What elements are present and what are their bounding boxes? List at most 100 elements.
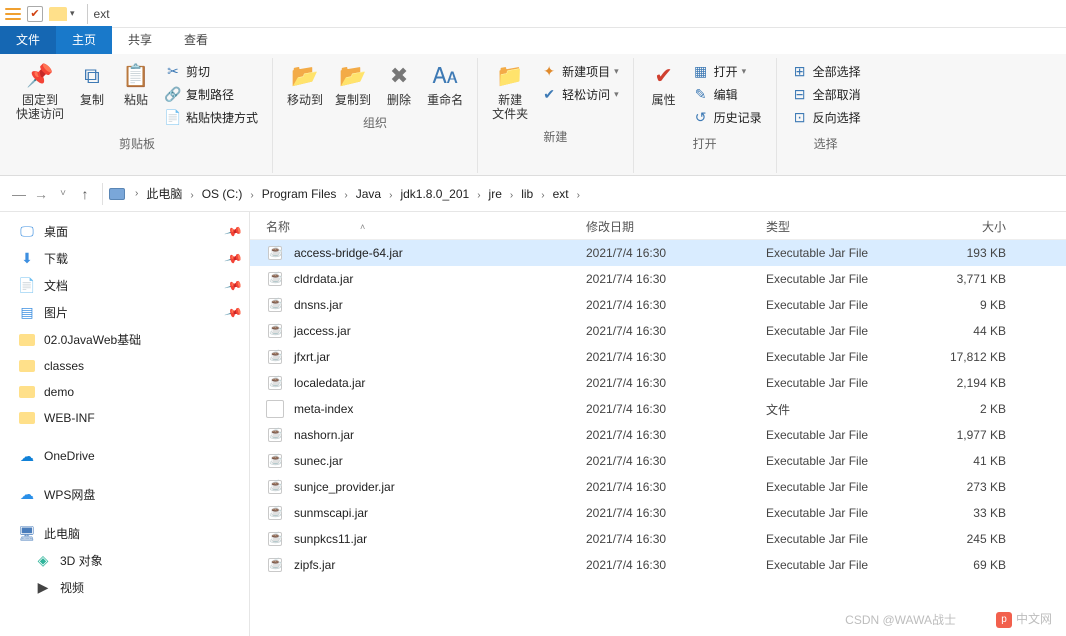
chevron-right-icon[interactable]: ›: [573, 190, 584, 201]
history-button[interactable]: ↺历史记录: [688, 106, 766, 129]
cut-button[interactable]: ✂剪切: [160, 60, 262, 83]
chevron-right-icon[interactable]: ›: [340, 190, 351, 201]
nav-back-button[interactable]: —: [8, 186, 30, 202]
file-row[interactable]: jfxrt.jar2021/7/4 16:30Executable Jar Fi…: [250, 344, 1066, 370]
file-name: access-bridge-64.jar: [294, 246, 403, 260]
pin-icon: 📌: [224, 276, 244, 296]
file-row[interactable]: access-bridge-64.jar2021/7/4 16:30Execut…: [250, 240, 1066, 266]
copy-to-button[interactable]: 📂 复制到: [329, 58, 377, 110]
column-date[interactable]: 修改日期: [586, 218, 766, 235]
sidebar-item[interactable]: 📄文档📌: [0, 272, 249, 299]
nav-up-button[interactable]: ↑: [74, 186, 96, 202]
sidebar-item[interactable]: ⬇下载📌: [0, 245, 249, 272]
breadcrumb-segment[interactable]: lib: [517, 187, 537, 201]
column-size[interactable]: 大小: [916, 218, 1006, 235]
rename-button[interactable]: 🗛 重命名: [421, 58, 469, 110]
php-logo-icon: p: [996, 612, 1012, 628]
new-item-button[interactable]: ✦新建项目▾: [536, 60, 623, 83]
select-all-button[interactable]: ⊞全部选择: [787, 60, 865, 83]
chevron-right-icon[interactable]: ›: [186, 190, 197, 201]
group-select: ⊞全部选择 ⊟全部取消 ⊡反向选择 选择: [777, 58, 875, 173]
delete-label: 删除: [387, 94, 411, 108]
file-row[interactable]: meta-index2021/7/4 16:30文件2 KB: [250, 396, 1066, 422]
breadcrumb-segment[interactable]: Java: [352, 187, 385, 201]
file-row[interactable]: localedata.jar2021/7/4 16:30Executable J…: [250, 370, 1066, 396]
sidebar-item[interactable]: ▤图片📌: [0, 299, 249, 326]
breadcrumb-segment[interactable]: Program Files: [258, 187, 341, 201]
file-name: sunjce_provider.jar: [294, 480, 395, 494]
chevron-right-icon[interactable]: ›: [246, 190, 257, 201]
file-size: 69 KB: [916, 558, 1006, 572]
paste-shortcut-button[interactable]: 📄粘贴快捷方式: [160, 106, 262, 129]
edit-button[interactable]: ✎编辑: [688, 83, 766, 106]
file-row[interactable]: sunpkcs11.jar2021/7/4 16:30Executable Ja…: [250, 526, 1066, 552]
navigation-pane[interactable]: 🖵桌面📌⬇下载📌📄文档📌▤图片📌02.0JavaWeb基础classesdemo…: [0, 212, 250, 636]
tab-file[interactable]: 文件: [0, 26, 56, 54]
file-date: 2021/7/4 16:30: [586, 558, 766, 572]
file-row[interactable]: zipfs.jar2021/7/4 16:30Executable Jar Fi…: [250, 552, 1066, 578]
column-name[interactable]: 名称: [266, 218, 290, 235]
breadcrumb-segment[interactable]: jre: [485, 187, 506, 201]
sidebar-onedrive[interactable]: ☁OneDrive: [0, 443, 249, 469]
jar-icon: [266, 504, 284, 522]
move-to-button[interactable]: 📂 移动到: [281, 58, 329, 110]
nav-recent-button[interactable]: ˅: [52, 188, 74, 199]
new-folder-icon: 📁: [494, 60, 526, 92]
copy-path-button[interactable]: 🔗复制路径: [160, 83, 262, 106]
sidebar-item[interactable]: ◈3D 对象: [0, 547, 249, 574]
file-type: Executable Jar File: [766, 350, 916, 364]
new-folder-button[interactable]: 📁 新建 文件夹: [486, 58, 534, 124]
chevron-right-icon[interactable]: ›: [385, 190, 396, 201]
invert-selection-button[interactable]: ⊡反向选择: [787, 106, 865, 129]
file-row[interactable]: nashorn.jar2021/7/4 16:30Executable Jar …: [250, 422, 1066, 448]
nav-forward-button[interactable]: →: [30, 186, 52, 202]
copy-button[interactable]: ⧉ 复制: [70, 58, 114, 110]
chevron-right-icon[interactable]: ›: [506, 190, 517, 201]
sidebar-item[interactable]: demo: [0, 379, 249, 405]
cloud-icon: ☁: [18, 487, 36, 503]
select-none-button[interactable]: ⊟全部取消: [787, 83, 865, 106]
file-row[interactable]: jaccess.jar2021/7/4 16:30Executable Jar …: [250, 318, 1066, 344]
sidebar-item[interactable]: classes: [0, 353, 249, 379]
chevron-right-icon[interactable]: ›: [537, 190, 548, 201]
sidebar-thispc-label: 此电脑: [44, 525, 80, 542]
sidebar-item[interactable]: WEB-INF: [0, 405, 249, 431]
sidebar-item[interactable]: ▶视频: [0, 574, 249, 601]
rename-label: 重命名: [427, 94, 463, 108]
pin-to-quick-button[interactable]: 📌 固定到 快速访问: [10, 58, 70, 124]
file-row[interactable]: sunec.jar2021/7/4 16:30Executable Jar Fi…: [250, 448, 1066, 474]
jar-icon: [266, 270, 284, 288]
breadcrumb-segment[interactable]: jdk1.8.0_201: [396, 187, 473, 201]
breadcrumb-segment[interactable]: OS (C:): [198, 187, 247, 201]
tab-home[interactable]: 主页: [56, 26, 112, 54]
qat-checkbox-icon[interactable]: ✔: [27, 6, 43, 22]
easy-access-button[interactable]: ✔轻松访问▾: [536, 83, 623, 106]
tab-share[interactable]: 共享: [112, 26, 168, 54]
sidebar-item[interactable]: 🖵桌面📌: [0, 218, 249, 245]
jar-icon: [266, 452, 284, 470]
sidebar-item[interactable]: 02.0JavaWeb基础: [0, 326, 249, 353]
file-name: sunpkcs11.jar: [294, 532, 367, 546]
sidebar-wps[interactable]: ☁WPS网盘: [0, 481, 249, 508]
file-row[interactable]: dnsns.jar2021/7/4 16:30Executable Jar Fi…: [250, 292, 1066, 318]
sidebar-onedrive-label: OneDrive: [44, 449, 95, 463]
chevron-right-icon[interactable]: ›: [473, 190, 484, 201]
open-button[interactable]: ▦打开▾: [688, 60, 766, 83]
properties-button[interactable]: ✔ 属性: [642, 58, 686, 110]
paste-button[interactable]: 📋 粘贴: [114, 58, 158, 110]
delete-button[interactable]: ✖ 删除: [377, 58, 421, 110]
breadcrumb-segment[interactable]: ext: [549, 187, 573, 201]
chevron-right-icon[interactable]: ›: [131, 188, 142, 199]
column-type[interactable]: 类型: [766, 218, 916, 235]
breadcrumb-segment[interactable]: 此电脑: [142, 187, 186, 201]
breadcrumb[interactable]: › 此电脑›OS (C:)›Program Files›Java›jdk1.8.…: [109, 185, 1058, 202]
tab-view[interactable]: 查看: [168, 26, 224, 54]
file-row[interactable]: sunmscapi.jar2021/7/4 16:30Executable Ja…: [250, 500, 1066, 526]
jar-icon: [266, 296, 284, 314]
file-row[interactable]: cldrdata.jar2021/7/4 16:30Executable Jar…: [250, 266, 1066, 292]
column-headers[interactable]: 名称˄ 修改日期 类型 大小: [250, 212, 1066, 240]
sidebar-this-pc[interactable]: 🖥此电脑: [0, 520, 249, 547]
qat-dropdown-icon[interactable]: ▾: [70, 8, 75, 19]
file-row[interactable]: sunjce_provider.jar2021/7/4 16:30Executa…: [250, 474, 1066, 500]
app-menu-icon[interactable]: [4, 7, 22, 21]
